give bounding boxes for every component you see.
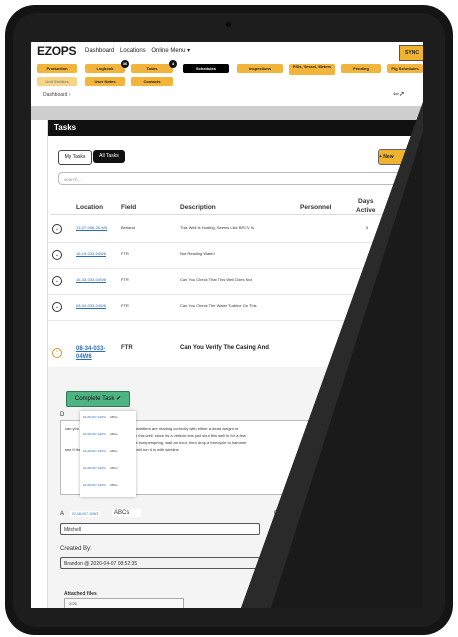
table-row[interactable]: ⌄ 16-33-033-04W6 FTR Can You Check That … (48, 268, 423, 295)
suggestion-tag: ABCs (110, 415, 118, 419)
expand-row-icon[interactable]: ⌄ (52, 302, 62, 312)
tasks-panel: Tasks My Tasks All Tasks + New search...… (47, 120, 423, 608)
tasks-count-badge: 4 (169, 60, 177, 68)
location-label: Location: (274, 546, 299, 552)
table-row[interactable]: ⌄ 13-07-056-26 W5 Berland This Well Is H… (48, 216, 423, 243)
assigned-to-field[interactable]: Mitchell (60, 523, 260, 535)
top-menu-locations[interactable]: Locations (120, 48, 146, 54)
suggestion-location[interactable]: 02-08-007-10W3 (83, 432, 106, 436)
app-screen: EZOPS Dashboard Locations Online Menu ▾ … (31, 42, 423, 608)
logbook-count-badge: 36 (121, 60, 129, 68)
panel-header: Tasks (48, 120, 423, 136)
suggestion-location[interactable]: 02-08-007-10W3 (83, 415, 106, 419)
expand-row-icon[interactable]: ⌄ (52, 250, 62, 260)
collapse-row-icon[interactable]: ⌃ (52, 348, 62, 358)
col-location[interactable]: Location (76, 204, 103, 211)
attachment-date: 2/26 (69, 601, 77, 606)
all-tasks-button[interactable]: All Tasks (93, 150, 125, 163)
row-description: Can You Check The Water Turbine On This (180, 303, 257, 308)
row-location-link[interactable]: 16-19-033-04W6 (76, 251, 106, 256)
search-input[interactable]: search... (58, 172, 423, 185)
description-label: D (60, 412, 65, 418)
attachment-thumbnail[interactable]: 2/26 (64, 598, 184, 608)
sync-button[interactable]: SYNC (399, 45, 423, 61)
created-by-label: Created By: (60, 546, 92, 552)
tab-production[interactable]: Production (37, 64, 77, 73)
expanded-description: Can You Verify The Casing And (180, 345, 269, 351)
tab-user-notes[interactable]: User Notes (85, 77, 125, 86)
row-location-link[interactable]: 08-34-033-04W6 (76, 303, 106, 308)
suggestion-tag: ABCs (110, 466, 118, 470)
row-description: This Well Is Hurting, Seems Like BPCV Is (180, 225, 254, 230)
my-tasks-button[interactable]: My Tasks (58, 150, 92, 165)
expand-row-icon[interactable]: ⌄ (52, 224, 62, 234)
personnel-label: Personnel: (274, 511, 303, 517)
table-row[interactable]: ⌄ 08-34-033-04W6 FTR Can You Check The W… (48, 294, 423, 321)
col-days[interactable]: Days (358, 198, 374, 205)
attachment-preview-image (65, 599, 183, 608)
table-row[interactable]: ⌄ 16-19-033-04W6 FTR Not Reading Water! (48, 242, 423, 269)
tab-pending[interactable]: Pending (341, 64, 381, 73)
send-icon[interactable]: ➚ (399, 90, 405, 98)
row-field: FTR (121, 303, 129, 308)
breadcrumb[interactable]: Dashboard › (43, 92, 71, 98)
row-description: Can You Check That This Well Does Not (180, 277, 252, 282)
tab-psis-vessel-meters[interactable]: PSIs, Vessel, Meters (289, 64, 335, 75)
suggestion-tag: ABCs (110, 449, 118, 453)
row-location-link[interactable]: 13-07-056-26 W5 (76, 225, 107, 230)
camera-dot (226, 22, 231, 27)
suggestion-location[interactable]: 02-08-007-10W3 (83, 449, 106, 453)
page-band (31, 106, 423, 120)
location-field[interactable]: 12-07-007-12W3 (274, 557, 344, 569)
expanded-location-link[interactable]: 08-34-033-04W6 (76, 345, 112, 361)
expand-row-icon[interactable]: ⌄ (52, 276, 62, 286)
location-suggestions[interactable]: 02-08-007-10W3 ABCs 02-08-007-10W3 ABCs … (80, 411, 136, 497)
top-menu: Dashboard Locations Online Menu ▾ (85, 47, 194, 54)
created-by-field: Brandon @ 2020-04-07 08:52:35 (60, 557, 260, 569)
suggestion-location[interactable]: 02-08-007-10W3 (83, 483, 106, 487)
row-field: FTR (121, 251, 129, 256)
col-description[interactable]: Description (180, 204, 216, 211)
col-active[interactable]: Active (356, 207, 376, 214)
suggestion-tag: ABCs (110, 483, 118, 487)
top-menu-online[interactable]: Online Menu ▾ (151, 48, 190, 54)
table-header-divider (50, 214, 423, 215)
row-field: Berland (121, 225, 135, 230)
tab-schedules[interactable]: Schedules (183, 64, 229, 73)
panel-title: Tasks (54, 123, 77, 132)
row-field: FTR (121, 277, 129, 282)
tab-logbook[interactable]: Logbook (85, 64, 125, 73)
assigned-chip[interactable]: 02-08-007-10W3 (70, 511, 101, 517)
new-task-button[interactable]: + New (378, 149, 423, 165)
assigned-label: A (60, 511, 65, 517)
tab-contacts[interactable]: Contacts (131, 77, 173, 86)
attached-files-label: Attached files (64, 591, 97, 597)
row-description: Not Reading Water! (180, 251, 215, 256)
tab-inspections[interactable]: Inspections (237, 64, 283, 73)
suggestion-location[interactable]: 02-08-007-10W3 (83, 466, 106, 470)
top-bar: EZOPS Dashboard Locations Online Menu ▾ … (31, 42, 423, 98)
assigned-chip-tag: ABCs (112, 509, 142, 517)
row-location-link[interactable]: 16-33-033-04W6 (76, 277, 106, 282)
row-days: 5 (366, 225, 369, 230)
col-field[interactable]: Field (121, 204, 136, 211)
app-logo[interactable]: EZOPS (37, 44, 76, 58)
personnel-field[interactable] (274, 523, 423, 535)
tab-tasks[interactable]: Tasks (131, 64, 173, 73)
tab-pig-schedules[interactable]: Pig Schedules (387, 64, 423, 73)
top-menu-dashboard[interactable]: Dashboard (85, 48, 114, 54)
complete-task-button[interactable]: Complete Task ✔ (66, 391, 130, 407)
header-actions: ⇦➚ (393, 90, 405, 98)
expanded-field: FTR (121, 345, 133, 351)
suggestion-tag: ABCs (110, 432, 118, 436)
col-personnel[interactable]: Personnel (300, 204, 331, 211)
tab-unit-entities[interactable]: Unit Entities (37, 77, 77, 86)
